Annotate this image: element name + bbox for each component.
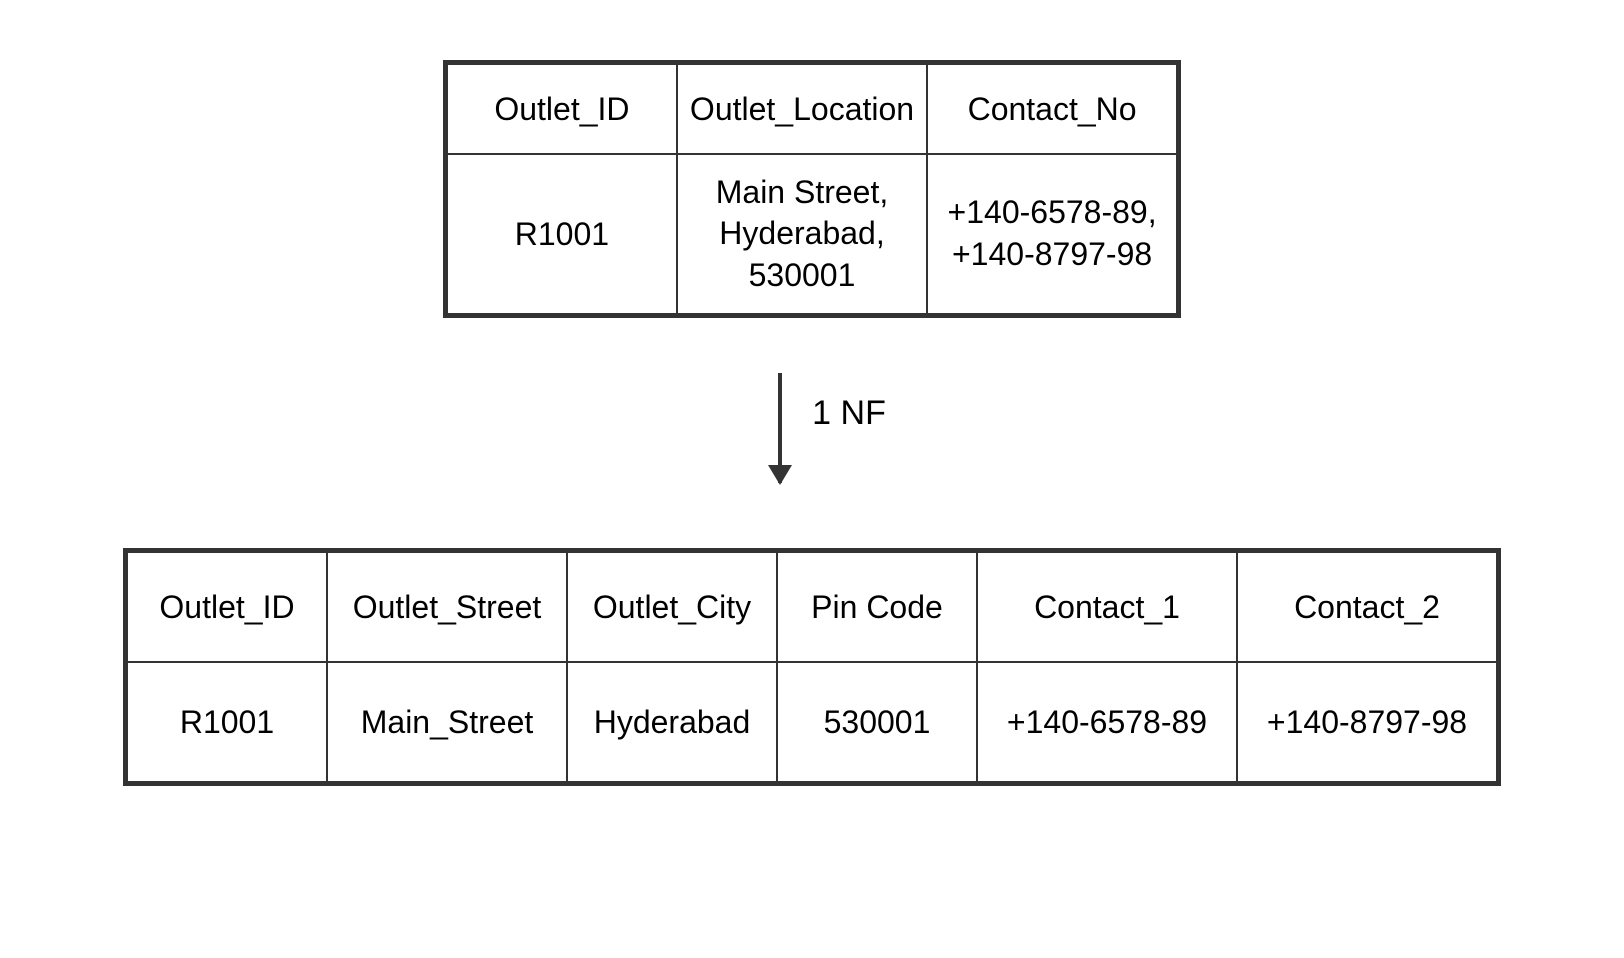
unnormalized-table: Outlet_ID Outlet_Location Contact_No R10… (443, 60, 1181, 318)
cell-outlet-id: R1001 (447, 154, 677, 314)
column-header: Contact_No (927, 64, 1177, 154)
column-header: Pin Code (777, 552, 977, 662)
cell-contact-2: +140-8797-98 (1237, 662, 1497, 782)
cell-outlet-city: Hyderabad (567, 662, 777, 782)
normalized-1nf-table: Outlet_ID Outlet_Street Outlet_City Pin … (123, 548, 1501, 786)
arrow-section: 1 NF (738, 358, 886, 498)
table-row: R1001 Main_Street Hyderabad 530001 +140-… (127, 662, 1497, 782)
column-header: Outlet_Location (677, 64, 927, 154)
cell-contact-1: +140-6578-89 (977, 662, 1237, 782)
column-header: Outlet_ID (127, 552, 327, 662)
cell-contact-no: +140-6578-89,+140-8797-98 (927, 154, 1177, 314)
cell-pin-code: 530001 (777, 662, 977, 782)
column-header: Contact_2 (1237, 552, 1497, 662)
column-header: Outlet_City (567, 552, 777, 662)
diagram-container: Outlet_ID Outlet_Location Contact_No R10… (0, 0, 1624, 958)
down-arrow-icon (778, 373, 782, 483)
table-row: Outlet_ID Outlet_Location Contact_No (447, 64, 1177, 154)
cell-outlet-id: R1001 (127, 662, 327, 782)
table-row: Outlet_ID Outlet_Street Outlet_City Pin … (127, 552, 1497, 662)
cell-outlet-location: Main Street,Hyderabad,530001 (677, 154, 927, 314)
normalization-label: 1 NF (812, 394, 886, 433)
table-row: R1001 Main Street,Hyderabad,530001 +140-… (447, 154, 1177, 314)
column-header: Contact_1 (977, 552, 1237, 662)
column-header: Outlet_Street (327, 552, 567, 662)
column-header: Outlet_ID (447, 64, 677, 154)
cell-outlet-street: Main_Street (327, 662, 567, 782)
